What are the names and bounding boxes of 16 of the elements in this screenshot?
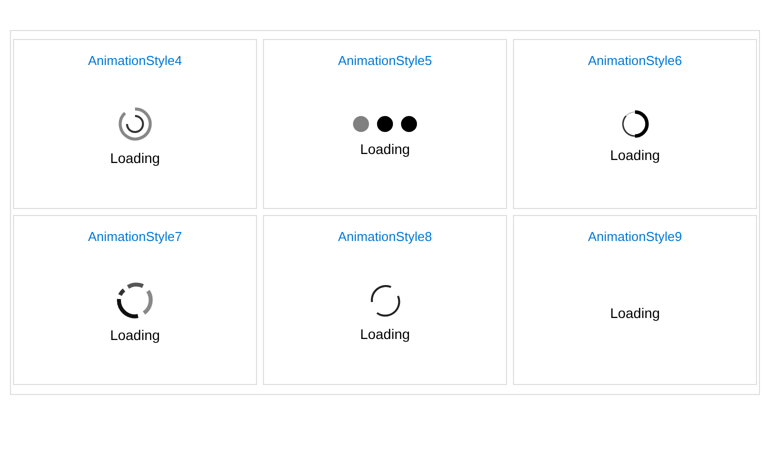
card-title: AnimationStyle8 <box>338 228 432 246</box>
loading-text: Loading <box>360 140 410 158</box>
loading-text: Loading <box>610 146 660 164</box>
card-title: AnimationStyle9 <box>588 228 682 246</box>
card-title: AnimationStyle4 <box>88 52 182 70</box>
spinner-icon <box>116 280 154 318</box>
loading-text: Loading <box>360 324 410 344</box>
card-title: AnimationStyle5 <box>338 52 432 70</box>
loading-text: Loading <box>110 148 160 168</box>
loading-text: Loading <box>610 304 660 322</box>
card-title: AnimationStyle6 <box>588 52 682 70</box>
dots-icon <box>352 114 418 132</box>
loading-text: Loading <box>110 326 160 344</box>
spinner-icon <box>116 106 153 142</box>
spinner-icon <box>620 108 650 138</box>
card-title: AnimationStyle7 <box>88 228 182 246</box>
